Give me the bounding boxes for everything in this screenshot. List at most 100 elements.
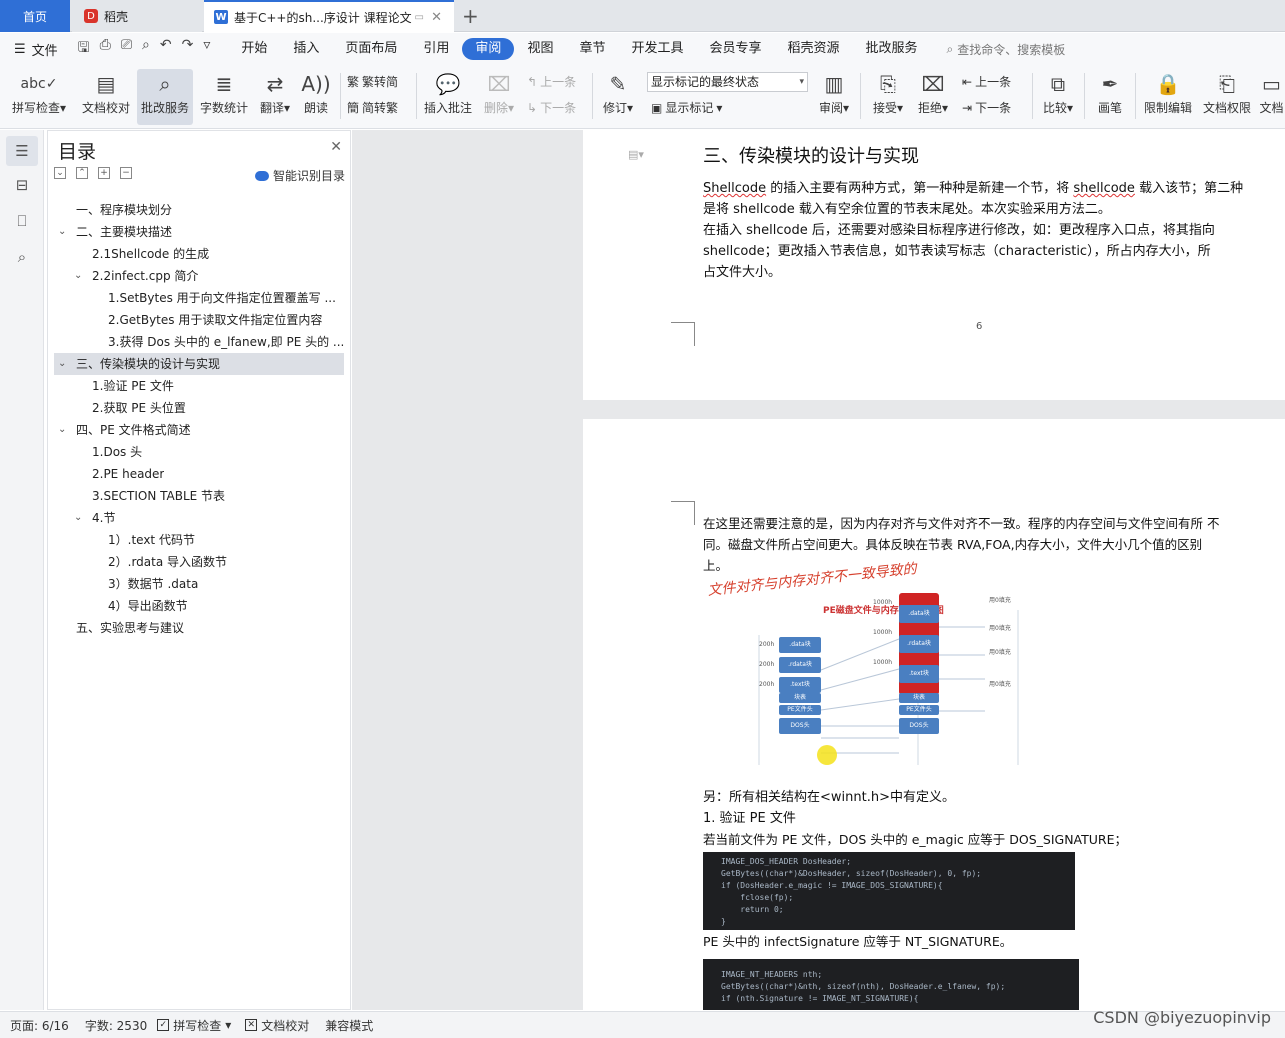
paragraph-3[interactable]: 在这里还需要注意的是，因为内存对齐与文件对齐不一致。程序的内存空间与文件空间有所… (703, 513, 1263, 576)
command-search[interactable]: ⌕ 查找命令、搜索模板 (947, 41, 1066, 58)
collapse-all-icon[interactable]: ⌄ (54, 167, 66, 179)
toc-item[interactable]: 3.获得 Dos 头中的 e_lfanew,即 PE 头的 ... (48, 331, 352, 353)
menu-tab[interactable]: 视图 (514, 38, 566, 60)
toc-item[interactable]: 1.SetBytes 用于向文件指定位置覆盖写 ... (48, 287, 352, 309)
restrict-editing-button[interactable]: 🔒 限制编辑 (1140, 69, 1196, 125)
redo-icon[interactable]: ↷ (182, 37, 194, 61)
undo-icon[interactable]: ↶ (160, 37, 172, 61)
toc-item[interactable]: 五、实验思考与建议 (48, 617, 352, 639)
chevron-down-icon[interactable]: ⌄ (58, 419, 66, 441)
paragraph-2[interactable]: 在插入 shellcode 后，还需要对感染目标程序进行修改，如：更改程序入口点… (703, 220, 1263, 283)
word-count-button[interactable]: ≣ 字数统计 (197, 69, 251, 125)
delete-comment-button[interactable]: ⌧ 删除▾ (480, 69, 518, 125)
bookmark-icon[interactable]: ⎕ (6, 206, 38, 236)
toc-item[interactable]: 4）导出函数节 (48, 595, 352, 617)
tab-window-icon[interactable]: ▭ (415, 12, 424, 23)
chevron-down-icon[interactable]: ⌄ (58, 221, 66, 243)
next-change-button[interactable]: ⇥ 下一条 (962, 99, 1011, 116)
page-indicator[interactable]: 页面: 6/16 (10, 1017, 69, 1034)
review-service-button[interactable]: ⌕ 批改服务 (137, 69, 193, 125)
menu-tab[interactable]: 稻壳资源 (775, 38, 853, 60)
doc-check-button[interactable]: ▤ 文档校对 (78, 69, 134, 125)
paragraph-1[interactable]: Shellcode 的插入主要有两种方式，第一种种是新建一个节，将 shellc… (703, 178, 1263, 220)
toc-item[interactable]: ⌄ 二、主要模块描述 (48, 221, 352, 243)
compare-button[interactable]: ⧉ 比较▾ (1038, 69, 1078, 125)
menu-tab[interactable]: 会员专享 (696, 38, 774, 60)
toc-item[interactable]: 2.获取 PE 头位置 (48, 397, 352, 419)
read-aloud-button[interactable]: A)) 朗读 (298, 69, 334, 125)
paragraph-5[interactable]: 1. 验证 PE 文件 (703, 808, 796, 829)
translate-button[interactable]: ⇄ 翻译▾ (256, 69, 294, 125)
accept-button[interactable]: ⎘ 接受▾ (868, 69, 908, 125)
chevron-down-icon[interactable]: ⌄ (74, 265, 82, 287)
toc-item[interactable]: 3.SECTION TABLE 节表 (48, 485, 352, 507)
close-icon[interactable]: ✕ (330, 139, 342, 155)
export-icon[interactable]: ⎙ (100, 37, 111, 61)
prev-change-button[interactable]: ⇤ 上一条 (962, 73, 1011, 90)
show-markup-button[interactable]: ▣ 显示标记 ▾ (651, 99, 722, 116)
search-icon[interactable]: ⌕ (6, 242, 38, 272)
file-menu[interactable]: ☰ 文件 (14, 40, 58, 59)
toc-item[interactable]: 2）.rdata 导入函数节 (48, 551, 352, 573)
toc-item[interactable]: ⌄ 4.节 (48, 507, 352, 529)
menu-tab[interactable]: 开发工具 (618, 38, 696, 60)
spell-check-status[interactable]: ✓ 拼写检查 ▾ (157, 1017, 231, 1034)
markup-display-select[interactable]: 显示标记的最终状态 ▾ (647, 72, 808, 92)
review-pane-button[interactable]: ▥ 审阅▾ (814, 69, 854, 125)
menu-tab[interactable]: 页面布局 (332, 38, 410, 60)
menu-tab[interactable]: 章节 (566, 38, 618, 60)
toc-item[interactable]: 2.1Shellcode 的生成 (48, 243, 352, 265)
paragraph-mark-icon[interactable]: ▤▾ (628, 148, 644, 161)
section-heading[interactable]: 三、传染模块的设计与实现 (703, 146, 919, 167)
menu-tab[interactable]: 批改服务 (853, 38, 931, 60)
doc-more-button[interactable]: ▭ 文档 (1258, 69, 1285, 125)
toc-item[interactable]: 1.验证 PE 文件 (48, 375, 352, 397)
expand-all-icon[interactable]: ⌃ (76, 167, 88, 179)
paragraph-4[interactable]: 另：所有相关结构在<winnt.h>中有定义。 (703, 787, 955, 808)
menu-tab[interactable]: 引用 (410, 38, 462, 60)
preview-icon[interactable]: ⌕ (142, 37, 150, 61)
toc-item[interactable]: ⌄ 2.2infect.cpp 简介 (48, 265, 352, 287)
next-comment-button[interactable]: ↳ 下一条 (527, 99, 576, 116)
toc-item[interactable]: ⌄ 四、PE 文件格式简述 (48, 419, 352, 441)
prev-comment-button[interactable]: ↰ 上一条 (527, 73, 576, 90)
smart-toc-button[interactable]: 智能识别目录 (254, 167, 345, 184)
toc-item[interactable]: 2.PE header (48, 463, 352, 485)
code-block-2[interactable]: IMAGE_NT_HEADERS nth; GetBytes((char*)&n… (703, 959, 1079, 1010)
toc-item[interactable]: 3）数据节 .data (48, 573, 352, 595)
insert-comment-button[interactable]: 💬 插入批注 (421, 69, 475, 125)
pen-button[interactable]: ✒ 画笔 (1090, 69, 1130, 125)
menu-tab[interactable]: 开始 (228, 38, 280, 60)
doc-rights-button[interactable]: ⎗ 文档权限 (1200, 69, 1254, 125)
spell-check-button[interactable]: abc✓ 拼写检查▾ (8, 69, 70, 125)
add-heading-icon[interactable]: + (98, 167, 110, 179)
pe-structure-figure[interactable]: 文件对齐与内存对齐不一致导致的 PE磁盘文件与内存映像结构图 .data块 .rd… (703, 561, 1023, 775)
tab-docer[interactable]: D 稻壳 (72, 0, 202, 32)
track-changes-button[interactable]: ✎ 修订▾ (598, 69, 638, 125)
simp-to-trad-button[interactable]: 簡简转繁 (347, 99, 398, 116)
toc-item[interactable]: 1.Dos 头 (48, 441, 352, 463)
tab-home[interactable]: 首页 (0, 0, 70, 32)
toc-icon[interactable]: ☰ (6, 136, 38, 166)
tab-close-icon[interactable]: ✕ (431, 10, 442, 25)
toc-item[interactable]: 2.GetBytes 用于读取文件指定位置内容 (48, 309, 352, 331)
doc-check-status[interactable]: ✕ 文档校对 (245, 1017, 309, 1034)
paragraph-6[interactable]: 若当前文件为 PE 文件，DOS 头中的 e_magic 应等于 DOS_SIG… (703, 829, 1127, 850)
tab-document[interactable]: W 基于C++的sh...序设计 课程论文 ▭ ✕ (204, 0, 454, 32)
chevron-down-icon[interactable]: ⌄ (58, 353, 66, 375)
more-icon[interactable]: ▿ (203, 37, 210, 61)
menu-tab[interactable]: 审阅 (462, 38, 515, 60)
chapter-icon[interactable]: ⊟ (6, 170, 38, 200)
word-count-indicator[interactable]: 字数: 2530 (85, 1017, 147, 1034)
chevron-down-icon[interactable]: ⌄ (74, 507, 82, 529)
print-icon[interactable]: ⎚ (121, 37, 132, 61)
new-tab-icon[interactable]: + (462, 4, 479, 28)
toc-item[interactable]: 1）.text 代码节 (48, 529, 352, 551)
save-icon[interactable]: 🖫 (78, 37, 90, 61)
paragraph-7[interactable]: PE 头中的 infectSignature 应等于 NT_SIGNATURE。 (703, 931, 1012, 952)
toc-item[interactable]: ⌄ 三、传染模块的设计与实现 (54, 353, 344, 375)
reject-button[interactable]: ⌧ 拒绝▾ (913, 69, 953, 125)
trad-to-simp-button[interactable]: 繁繁转简 (347, 73, 398, 90)
toc-item[interactable]: 一、程序模块划分 (48, 199, 352, 221)
menu-tab[interactable]: 插入 (280, 38, 332, 60)
